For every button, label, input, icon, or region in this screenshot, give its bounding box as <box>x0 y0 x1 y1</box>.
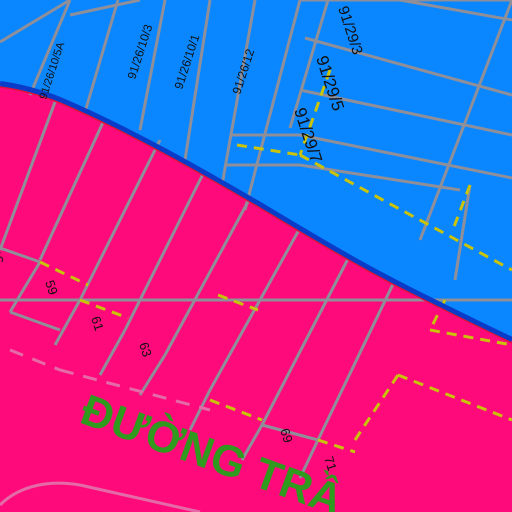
map-canvas: 91/29/3 91/29/5 91/29/7 91/26/10/3 91/26… <box>0 0 512 512</box>
cadastral-map[interactable]: 91/29/3 91/29/5 91/29/7 91/26/10/3 91/26… <box>0 0 512 512</box>
